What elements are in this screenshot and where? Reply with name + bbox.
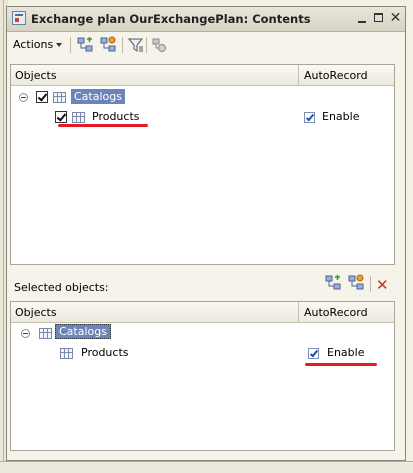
toolbar-separator — [70, 37, 71, 53]
autorecord-enable-label: Enable — [322, 110, 360, 123]
autorecord-enable-label: Enable — [327, 346, 365, 359]
autorecord-checkbox[interactable] — [308, 348, 319, 359]
objects-tree-panel[interactable]: Objects AutoRecord Catalogs Products Ena… — [10, 64, 395, 265]
tree-label-catalogs: Catalogs — [71, 89, 125, 104]
selected-label-products: Products — [81, 346, 129, 359]
close-button[interactable]: ✕ — [389, 11, 402, 25]
selected-objects-label: Selected objects: — [14, 281, 109, 294]
collapse-icon[interactable] — [19, 93, 28, 102]
catalog-table-icon — [72, 112, 85, 123]
checkmark-icon — [56, 111, 67, 122]
column-header-objects[interactable]: Objects — [15, 306, 57, 319]
column-header-autorecord[interactable]: AutoRecord — [304, 69, 368, 82]
toolbar-separator — [146, 37, 147, 53]
selected-row-products[interactable]: Products Enable — [11, 343, 394, 363]
refresh-icon[interactable] — [150, 36, 168, 54]
add-object-icon[interactable] — [324, 274, 342, 292]
toolbar: Actions — [10, 34, 390, 58]
remove-object-icon[interactable] — [347, 274, 365, 292]
background-frame-bottom — [0, 461, 413, 473]
checkmark-icon — [305, 112, 315, 122]
tree-label-products: Products — [92, 110, 140, 123]
column-header-autorecord[interactable]: AutoRecord — [304, 306, 368, 319]
minimize-button[interactable] — [356, 12, 369, 25]
products-checkbox[interactable] — [55, 111, 67, 123]
remove-object-icon[interactable] — [99, 36, 117, 54]
checkmark-icon — [37, 91, 48, 102]
selected-row-catalogs[interactable]: Catalogs — [11, 323, 394, 343]
chevron-down-icon — [56, 43, 63, 47]
add-object-icon[interactable] — [76, 36, 94, 54]
actions-menu-button[interactable]: Actions — [10, 36, 65, 54]
column-divider — [298, 302, 299, 322]
catalog-table-icon — [53, 92, 66, 103]
objects-table-header: Objects AutoRecord — [11, 65, 394, 86]
toolbar-separator — [122, 37, 123, 53]
catalogs-checkbox[interactable] — [36, 91, 48, 103]
tree-row-catalogs[interactable]: Catalogs — [11, 87, 394, 107]
title-bar[interactable]: Exchange plan OurExchangePlan: Contents … — [7, 7, 405, 32]
window-title: Exchange plan OurExchangePlan: Contents — [31, 12, 311, 26]
selected-objects-panel[interactable]: Objects AutoRecord Catalogs Products Ena… — [10, 301, 395, 451]
autorecord-checkbox[interactable] — [304, 112, 315, 123]
annotation-underline — [58, 124, 148, 127]
selected-label-catalogs: Catalogs — [55, 324, 111, 339]
collapse-icon[interactable] — [21, 329, 30, 338]
catalog-table-icon — [39, 328, 52, 339]
checkmark-icon — [309, 348, 319, 358]
column-header-objects[interactable]: Objects — [15, 69, 57, 82]
exchange-plan-icon — [12, 11, 26, 25]
annotation-underline — [305, 363, 377, 366]
toolbar-separator — [370, 276, 371, 292]
actions-label: Actions — [13, 38, 54, 51]
maximize-button[interactable] — [373, 12, 386, 25]
catalog-table-icon — [60, 348, 73, 359]
delete-icon[interactable]: ✕ — [376, 276, 389, 294]
column-divider — [298, 65, 299, 85]
filter-icon[interactable] — [127, 36, 145, 54]
selected-table-header: Objects AutoRecord — [11, 302, 394, 323]
